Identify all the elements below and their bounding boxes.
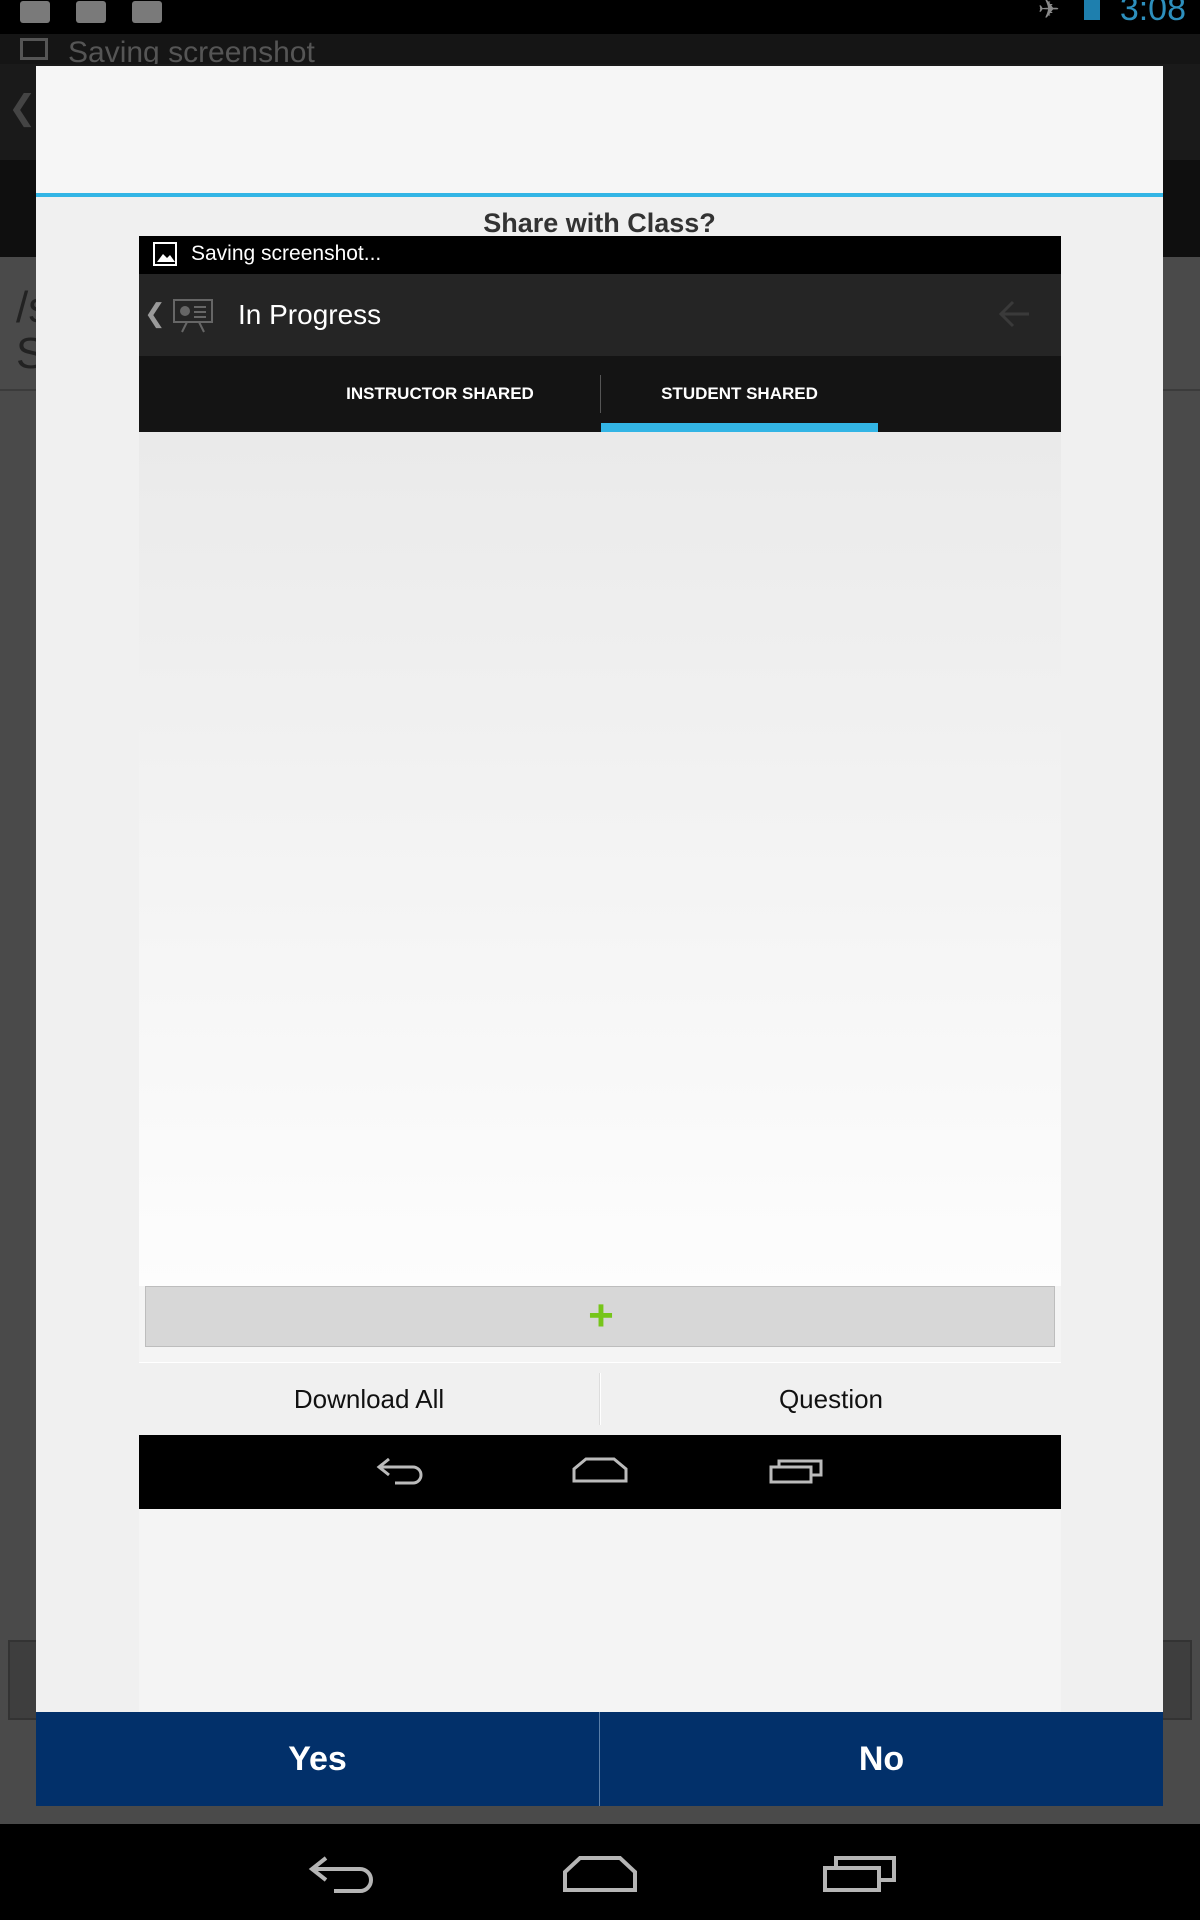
add-button[interactable]: + (145, 1286, 1055, 1347)
back-icon[interactable] (375, 1455, 427, 1485)
chevron-left-icon: ❮ (8, 89, 37, 127)
tab-selected-indicator (601, 423, 878, 432)
screenshot-preview: Saving screenshot... ❮ In Progress INSTR… (139, 236, 1061, 1713)
preview-app-title: In Progress (238, 299, 382, 330)
home-icon[interactable] (562, 1852, 638, 1894)
arrow-left-icon[interactable] (995, 294, 1035, 334)
dialog-button-bar: Yes No (36, 1712, 1163, 1806)
preview-footer: Download All Question (139, 1362, 1061, 1435)
preview-tab-bar: INSTRUCTOR SHARED STUDENT SHARED (139, 356, 1061, 432)
preview-status-bar: Saving screenshot... (139, 236, 1061, 274)
tab-student-shared[interactable]: STUDENT SHARED (601, 356, 878, 432)
dialog-divider (36, 193, 1163, 197)
preview-action-bar: ❮ In Progress (139, 274, 1061, 356)
dialog-header-area (36, 66, 1163, 193)
status-clock: 3:08 (1119, 0, 1186, 28)
question-button[interactable]: Question (601, 1363, 1061, 1435)
battery-icon (1083, 0, 1100, 20)
preview-status-text: Saving screenshot... (191, 242, 382, 265)
system-nav-bar (0, 1824, 1200, 1920)
chat-notification-icon (132, 1, 162, 23)
download-notification-icon (20, 1, 50, 23)
presentation-icon (173, 299, 213, 333)
preview-content-area (139, 432, 1061, 1286)
image-icon (153, 242, 177, 266)
recent-apps-icon[interactable] (769, 1455, 825, 1485)
background-notification: Saving screenshot (0, 34, 1200, 69)
checkbox-icon (20, 38, 48, 60)
back-icon[interactable] (306, 1852, 378, 1894)
plus-icon: + (588, 1291, 614, 1340)
home-icon[interactable] (572, 1455, 628, 1485)
recent-apps-icon[interactable] (822, 1852, 898, 1894)
notification-icons (20, 0, 162, 24)
download-all-button[interactable]: Download All (139, 1363, 599, 1435)
tab-instructor-shared[interactable]: INSTRUCTOR SHARED (325, 356, 555, 432)
image-notification-icon (76, 1, 106, 23)
share-dialog: Share with Class? Saving screenshot... ❮… (36, 66, 1163, 1806)
chevron-left-icon[interactable]: ❮ (144, 298, 166, 328)
yes-button[interactable]: Yes (36, 1712, 599, 1806)
airplane-mode-icon: ✈ (1037, 0, 1060, 24)
no-button[interactable]: No (600, 1712, 1163, 1806)
preview-nav-bar (139, 1435, 1061, 1509)
